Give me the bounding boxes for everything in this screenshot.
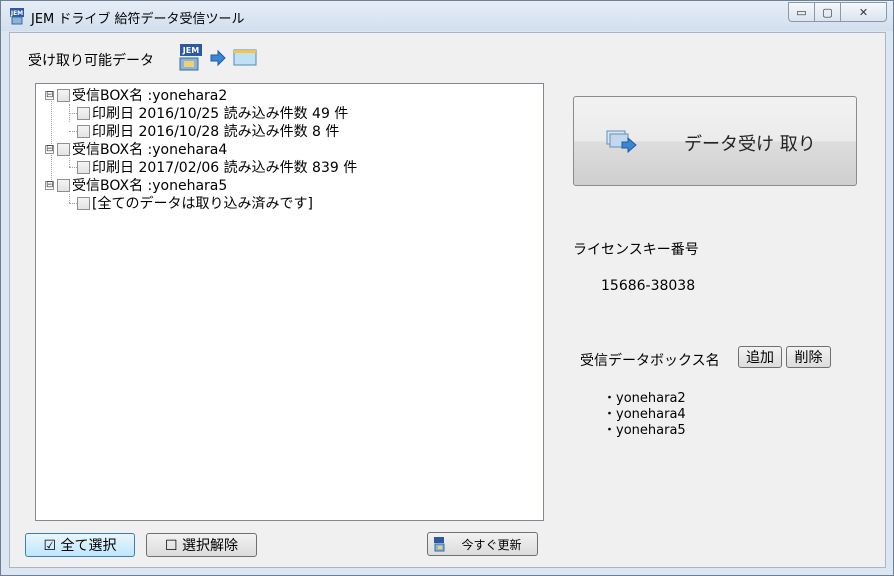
deselect-button[interactable]: ☐ 選択解除 bbox=[146, 533, 257, 557]
window-folder-icon bbox=[233, 49, 257, 66]
delete-box-label: 削除 bbox=[794, 350, 823, 366]
right-arrow-icon bbox=[210, 49, 226, 67]
window-controls: ▭ ▢ ✕ bbox=[788, 2, 887, 22]
refresh-icon bbox=[434, 537, 445, 552]
checkbox[interactable] bbox=[77, 160, 90, 174]
collapse-icon[interactable]: ⊟ bbox=[45, 180, 54, 190]
checkbox[interactable] bbox=[77, 106, 90, 120]
deselect-label: ☐ 選択解除 bbox=[164, 538, 238, 554]
window-title: JEM ドライブ 給符データ受信ツール bbox=[31, 12, 245, 27]
license-key-value: 15686-38038 bbox=[601, 278, 696, 294]
title-bar[interactable]: JEM JEM ドライブ 給符データ受信ツール ▭ ▢ ✕ bbox=[1, 1, 893, 31]
collapse-icon[interactable]: ⊟ bbox=[45, 90, 54, 100]
receive-box-label: 受信データボックス名 bbox=[580, 353, 720, 369]
tree-guide-line bbox=[69, 194, 70, 203]
tree-node-print[interactable]: 印刷日 2017/02/06 読み込み件数 839 件 bbox=[77, 158, 357, 176]
refresh-button[interactable]: 今すぐ更新 bbox=[427, 532, 538, 556]
checkbox[interactable] bbox=[77, 196, 90, 210]
checkbox[interactable] bbox=[57, 178, 70, 192]
checkbox[interactable] bbox=[77, 124, 90, 138]
receive-box-list: yonehara2 yonehara4 yonehara5 bbox=[603, 391, 686, 439]
select-all-button[interactable]: ☑ 全て選択 bbox=[25, 533, 135, 557]
tree-guide-line bbox=[69, 158, 70, 167]
minimize-button[interactable]: ▭ bbox=[788, 2, 815, 22]
tree-node-print[interactable]: 印刷日 2016/10/28 読み込み件数 8 件 bbox=[77, 122, 339, 140]
tree-node-label: 受信BOX名 :yonehara4 bbox=[72, 142, 228, 158]
tree-node-label: 印刷日 2017/02/06 読み込み件数 839 件 bbox=[92, 160, 358, 176]
data-tree[interactable]: ⊟ 受信BOX名 :yonehara2 印刷日 2016/10/25 読み込み件… bbox=[35, 83, 544, 521]
receive-data-icon bbox=[606, 130, 637, 154]
maximize-icon: ▢ bbox=[822, 5, 833, 19]
svg-text:JEM: JEM bbox=[10, 10, 23, 17]
svg-text:JEM: JEM bbox=[182, 46, 199, 55]
list-item: yonehara5 bbox=[603, 423, 686, 439]
refresh-label: 今すぐ更新 bbox=[461, 537, 522, 552]
add-box-button[interactable]: 追加 bbox=[738, 346, 782, 368]
tree-node-label: 印刷日 2016/10/25 読み込み件数 49 件 bbox=[92, 106, 349, 122]
client-area: 受け取り可能データ JEM ⊟ 受信BOX名:yonehara2 印刷日 20… bbox=[9, 32, 886, 568]
collapse-icon[interactable]: ⊟ bbox=[45, 144, 54, 154]
close-button[interactable]: ✕ bbox=[841, 2, 887, 22]
license-key-label: ライセンスキー番号 bbox=[573, 242, 699, 258]
checkbox[interactable] bbox=[57, 142, 70, 156]
close-icon: ✕ bbox=[858, 5, 869, 19]
tree-node-print[interactable]: [全てのデータは取り込み済みです] bbox=[77, 194, 313, 212]
select-all-label: ☑ 全て選択 bbox=[43, 538, 117, 554]
tree-node-label: 印刷日 2016/10/28 読み込み件数 8 件 bbox=[92, 124, 340, 140]
jem-app-icon: JEM bbox=[179, 44, 202, 71]
delete-box-button[interactable]: 削除 bbox=[786, 346, 831, 368]
tree-node-print[interactable]: 印刷日 2016/10/25 読み込み件数 49 件 bbox=[77, 104, 348, 122]
list-item: yonehara4 bbox=[603, 407, 686, 423]
tree-node-label: [全てのデータは取り込み済みです] bbox=[92, 196, 313, 212]
available-data-label: 受け取り可能データ bbox=[28, 53, 154, 69]
maximize-button[interactable]: ▢ bbox=[815, 2, 841, 22]
add-box-label: 追加 bbox=[746, 350, 774, 366]
tree-node-label: 受信BOX名 :yonehara2 bbox=[72, 88, 228, 104]
app-window: JEM JEM ドライブ 給符データ受信ツール ▭ ▢ ✕ 受け取り可能データ … bbox=[0, 0, 894, 576]
tree-guide-line bbox=[51, 94, 52, 184]
receive-data-button[interactable]: データ受け 取り bbox=[573, 96, 857, 186]
tree-node-box[interactable]: ⊟ 受信BOX名 :yonehara4 bbox=[45, 140, 227, 158]
list-item: yonehara2 bbox=[603, 391, 686, 407]
checkbox[interactable] bbox=[57, 88, 70, 102]
tree-node-box[interactable]: ⊟ 受信BOX名 :yonehara5 bbox=[45, 176, 227, 194]
jem-transfer-icons: JEM bbox=[179, 44, 257, 71]
minimize-icon: ▭ bbox=[796, 5, 807, 19]
jem-app-icon: JEM bbox=[10, 8, 24, 25]
tree-node-box[interactable]: ⊟ 受信BOX名 :yonehara2 bbox=[45, 86, 227, 104]
tree-node-label: 受信BOX名 :yonehara5 bbox=[72, 178, 228, 194]
receive-data-label: データ受け 取り bbox=[684, 134, 816, 155]
